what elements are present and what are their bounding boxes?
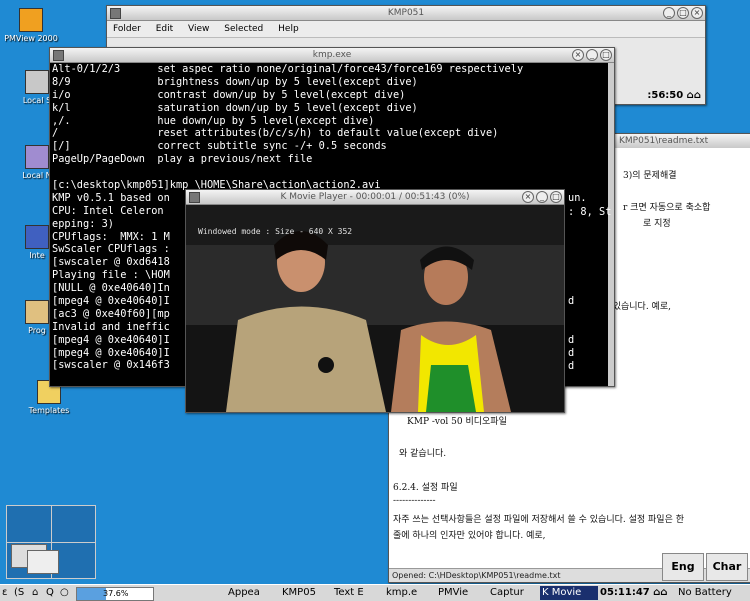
circle-icon[interactable]: ○ [60,586,69,600]
desktop-icon-label: Prog [28,326,46,335]
desktop-icon-label: Templates [28,406,70,415]
readme-line: 자주 쓰는 선택사항들은 설정 파일에 저장해서 쓸 수 있습니다. 설정 파일… [393,515,685,525]
minimize-icon[interactable]: _ [536,191,548,203]
ime-eng-button[interactable]: Eng [662,553,704,581]
terminal-line: 8/9 brightness down/up by 5 level(except… [52,75,418,88]
menu-folder[interactable]: Folder [113,24,141,34]
taskbar: ε (S ⌂ Q ○ 37.6% Appea KMP05 Text Ekmp.e PM… [0,584,750,601]
taskbar-task[interactable]: KMP05 [280,586,332,600]
readme-line: r 크면 자동으로 축소합 [623,203,711,213]
taskbar-task[interactable]: PMVie [436,586,488,600]
window-title: KMP051\readme.txt [619,136,709,146]
video-scene [186,205,564,412]
pmview-icon [19,8,43,32]
desktop-icon-label: Local S [22,96,52,105]
menu-view[interactable]: View [188,24,209,34]
menu-edit[interactable]: Edit [156,24,173,34]
taskbar-task[interactable]: Text E [332,586,384,600]
window-title: K Movie Player - 00:00:01 / 00:51:43 (0%… [280,192,470,202]
desktop-icon-pmview[interactable]: PMView 2000 [0,8,62,43]
menu-bar: Folder Edit View Selected Help [107,21,705,38]
terminal-line: [/] correct subtitle sync -/+ 0.5 second… [52,140,387,153]
readme-line: 3)의 문제해결 [623,171,677,181]
window-titlebar[interactable]: KMP051 _ □ × [107,6,705,21]
close-icon[interactable]: × [522,191,534,203]
tray-icon[interactable]: (S [14,586,24,600]
video-overlay-text: Windowed mode : Size - 640 X 352 [198,227,353,236]
battery-status: No Battery [678,587,732,598]
taskbar-task[interactable]: Captur [488,586,540,600]
desktop-icon-label: PMView 2000 [4,34,58,43]
folder-clock: :56:50 ⌂⌂ [647,90,701,101]
desktop-icon-label: Inte [29,251,45,260]
drive-icon [25,70,49,94]
home-icon[interactable]: ⌂ [32,586,38,600]
readme-line: 줄에 하나의 인자만 있어야 합니다. 예로, [393,531,546,541]
terminal-fragment-d: d [568,334,575,346]
workspace-pager[interactable] [6,505,96,579]
terminal-fragment-d: d [568,347,575,359]
window-title: kmp.exe [312,50,352,60]
terminal-fragment-st: : 8, St [568,206,612,218]
tray-icon[interactable]: ε [2,586,7,600]
taskbar-task[interactable]: kmp.e [384,586,436,600]
maximize-icon[interactable]: □ [550,191,562,203]
window-titlebar[interactable]: kmp.exe × _ □ [50,48,614,63]
close-icon[interactable]: × [572,49,584,61]
window-title: KMP051 [387,8,425,18]
terminal-line: / reset attributes(b/c/s/h) to default v… [52,127,499,140]
internet-icon [25,225,49,249]
minimize-icon[interactable]: _ [586,49,598,61]
video-frame[interactable]: Windowed mode : Size - 640 X 352 [186,205,564,412]
cpu-monitor: 37.6% [76,587,154,601]
taskbar-clock[interactable]: 05:11:47 ⌂⌂ [600,586,668,600]
menu-selected[interactable]: Selected [224,24,263,34]
terminal-fragment-d: d [568,295,575,307]
terminal-fragment-d: d [568,360,575,372]
system-menu-icon[interactable] [110,8,121,19]
taskbar-task[interactable]: Appea [226,586,280,600]
maximize-icon[interactable]: □ [677,7,689,19]
readme-line: 로 지정 [643,219,671,229]
minimize-icon[interactable]: _ [663,7,675,19]
readme-line: -------------- [393,496,436,506]
ime-char-button[interactable]: Char [706,553,748,581]
close-icon[interactable]: × [691,7,703,19]
terminal-line: i/o contrast down/up by 5 level(except d… [52,88,406,101]
terminal-fragment-un: un. [568,192,587,204]
terminal-line: PageUp/PageDown play a previous/next fil… [52,153,313,166]
terminal-scrollbar[interactable] [608,63,614,386]
movie-player-window: K Movie Player - 00:00:01 / 00:51:43 (0%… [185,189,565,413]
programs-icon [25,300,49,324]
maximize-icon[interactable]: □ [600,49,612,61]
desktop-icon-label: Local N [22,171,52,180]
menu-help[interactable]: Help [278,24,299,34]
readme-line: 6.2.4. 설정 파일 [393,483,458,493]
search-icon[interactable]: Q [46,586,54,600]
terminal-line: Alt-0/1/2/3 set aspec ratio none/origina… [52,63,524,75]
network-icon [25,145,49,169]
window-titlebar[interactable]: K Movie Player - 00:00:01 / 00:51:43 (0%… [186,190,564,205]
taskbar-task[interactable]: K Movie [540,586,598,600]
terminal-line: k/l saturation down/up by 5 level(except… [52,101,418,114]
cpu-label: 37.6% [103,589,129,598]
terminal-line: ,/. hue down/up by 5 level(except dive) [52,114,375,127]
system-menu-icon[interactable] [189,192,200,203]
system-menu-icon[interactable] [53,50,64,61]
readme-line: 와 같습니다. [399,449,447,459]
readme-line: KMP -vol 50 비디오파일 [407,417,507,427]
cpu-bar [77,588,106,600]
